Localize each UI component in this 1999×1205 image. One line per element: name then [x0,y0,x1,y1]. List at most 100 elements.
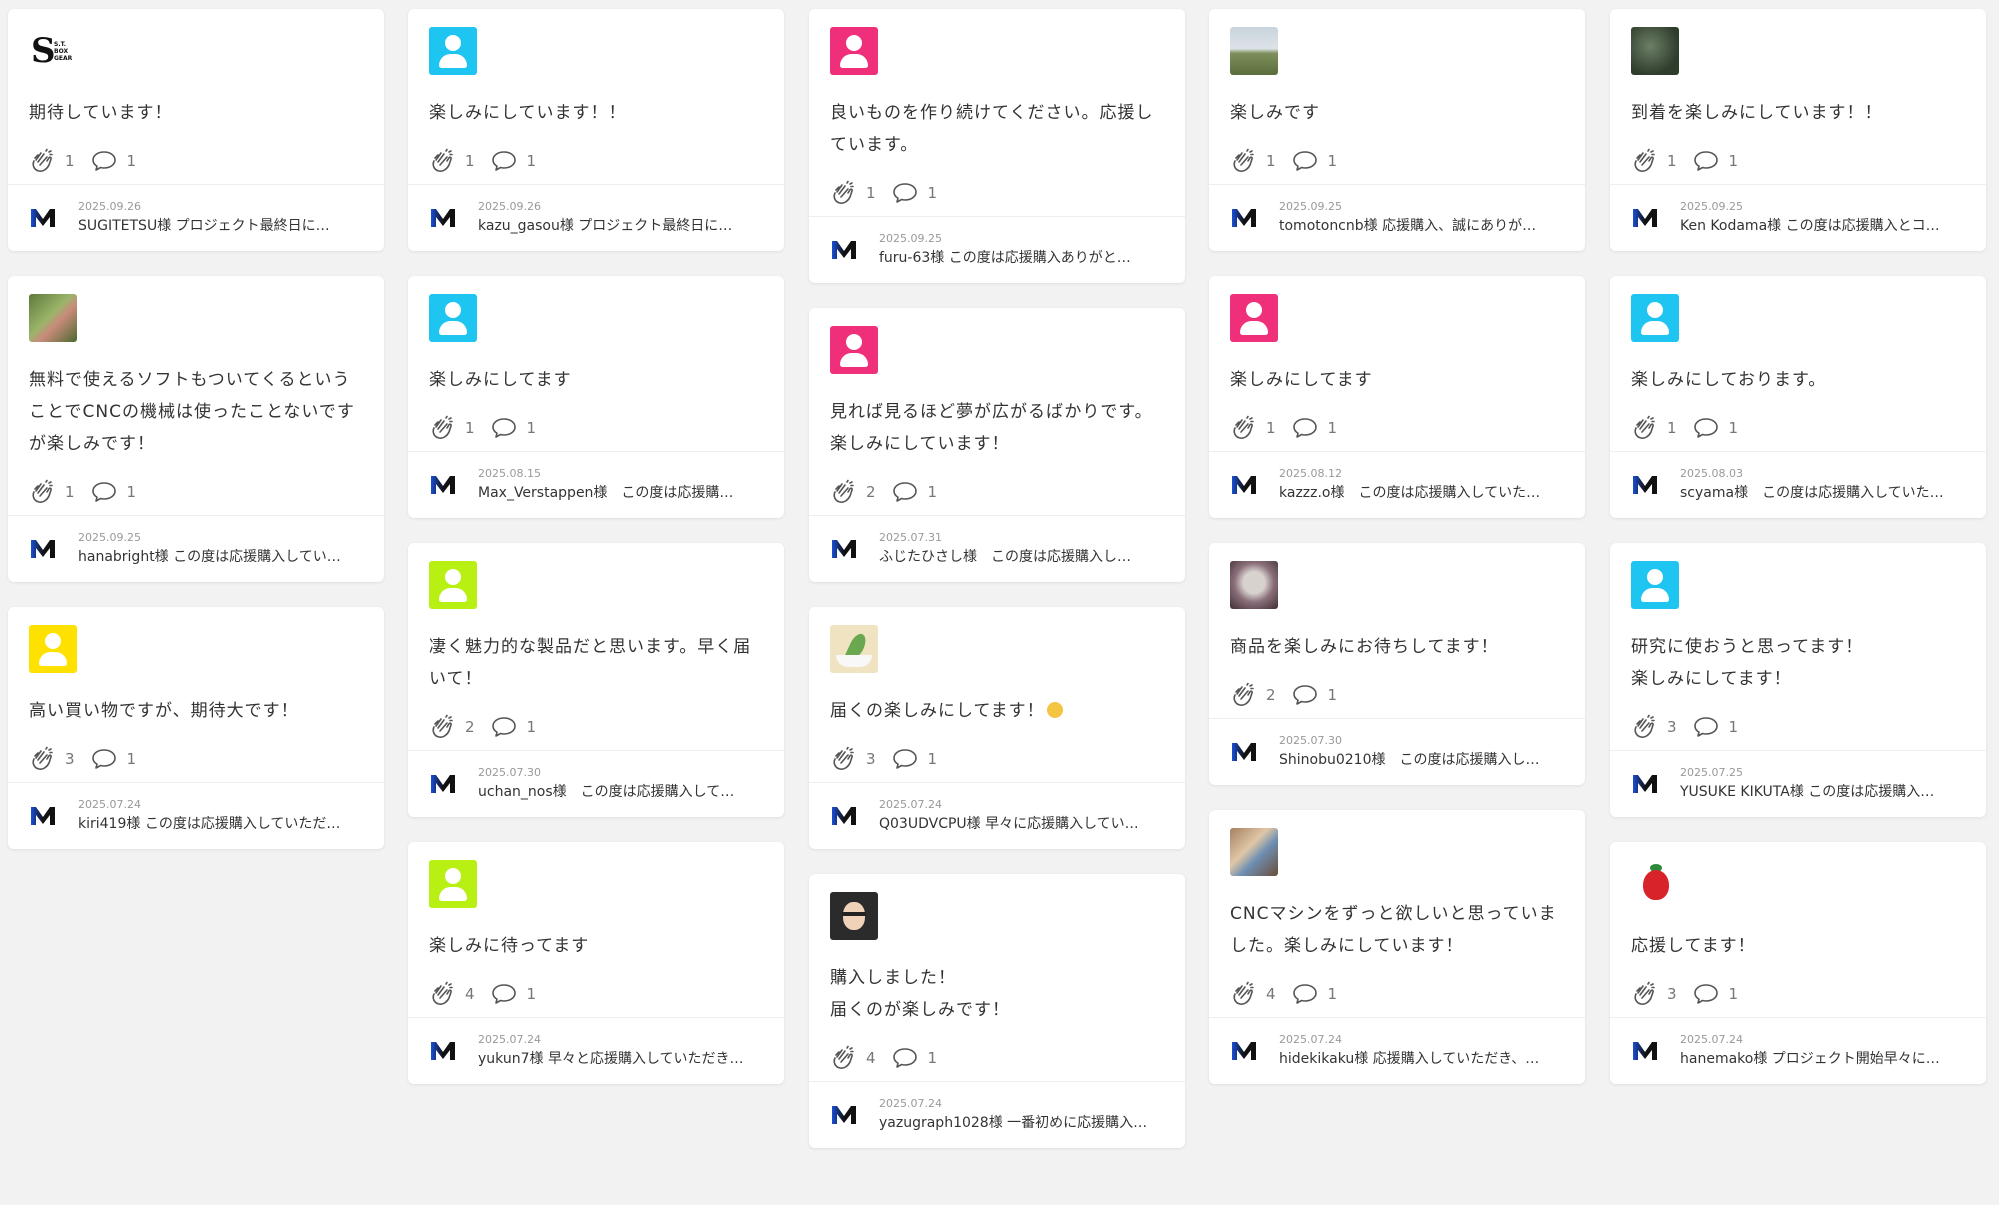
clap-icon[interactable] [29,479,55,505]
clap-icon[interactable] [1631,981,1657,1007]
user-avatar[interactable] [1230,27,1278,75]
comment-bubble-icon[interactable] [1693,417,1719,439]
user-avatar[interactable] [1631,27,1679,75]
comment-bubble-icon[interactable] [91,150,117,172]
comment-bubble-icon[interactable] [1292,983,1318,1005]
reply-preview[interactable]: Ken Kodama様 この度は応援購入とコ… [1680,215,1958,237]
clap-icon[interactable] [29,746,55,772]
comment-bubble-icon[interactable] [1693,983,1719,1005]
reply-preview[interactable]: kazu_gasou様 プロジェクト最終日に… [478,215,756,237]
user-avatar[interactable] [1631,860,1679,908]
clap-icon[interactable] [830,180,856,206]
owner-reply[interactable]: 2025.07.31 ふじたひさし様 この度は応援購入し… [809,516,1185,582]
user-avatar[interactable] [1631,561,1679,609]
clap-icon[interactable] [429,415,455,441]
comment-bubble-icon[interactable] [892,182,918,204]
clap-icon[interactable] [1230,415,1256,441]
clap-icon[interactable] [830,479,856,505]
user-avatar[interactable] [830,625,878,673]
owner-reply[interactable]: 2025.08.03 scyama様 この度は応援購入していた… [1610,452,1986,518]
user-avatar[interactable] [830,27,878,75]
reply-preview[interactable]: Max_Verstappen様 この度は応援購… [478,482,756,504]
user-avatar[interactable] [429,860,477,908]
clap-icon[interactable] [429,981,455,1007]
clap-icon[interactable] [1230,148,1256,174]
clap-icon[interactable] [1230,682,1256,708]
owner-reply[interactable]: 2025.07.30 Shinobu0210様 この度は応援購入し… [1209,719,1585,785]
avatar-head-shape [1647,569,1663,585]
reply-preview[interactable]: yukun7様 早々と応援購入していただき… [478,1048,756,1070]
owner-reply[interactable]: 2025.07.24 kiri419様 この度は応援購入していただ… [8,783,384,849]
owner-reply[interactable]: 2025.07.24 yazugraph1028様 一番初めに応援購入… [809,1082,1185,1148]
comment-bubble-icon[interactable] [892,748,918,770]
reply-preview[interactable]: Shinobu0210様 この度は応援購入し… [1279,749,1557,771]
comment-bubble-icon[interactable] [1292,684,1318,706]
reply-preview[interactable]: ふじたひさし様 この度は応援購入し… [879,546,1157,568]
owner-reply[interactable]: 2025.07.25 YUSUKE KIKUTA様 この度は応援購入… [1610,751,1986,817]
owner-reply[interactable]: 2025.07.24 hidekikaku様 応援購入していただき、… [1209,1018,1585,1084]
reply-preview[interactable]: scyama様 この度は応援購入していた… [1680,482,1958,504]
owner-reply[interactable]: 2025.09.25 furu-63様 この度は応援購入ありがと… [809,217,1185,283]
owner-reply[interactable]: 2025.09.25 tomotoncnb様 応援購入、誠にありが… [1209,185,1585,251]
comment-card: 楽しみにしています！！ 1 1 2025.09.26 kazu_gasou様 プロジェク… [408,9,784,251]
reply-preview[interactable]: furu-63様 この度は応援購入ありがと… [879,247,1157,269]
comment-bubble-icon[interactable] [91,748,117,770]
reply-preview[interactable]: kiri419様 この度は応援購入していただ… [78,813,356,835]
owner-reply[interactable]: 2025.09.25 Ken Kodama様 この度は応援購入とコ… [1610,185,1986,251]
user-avatar[interactable] [1230,294,1278,342]
clap-icon[interactable] [29,148,55,174]
reply-preview[interactable]: uchan_nos様 この度は応援購入して… [478,781,756,803]
clap-icon[interactable] [429,714,455,740]
clap-icon[interactable] [429,148,455,174]
owner-reply[interactable]: 2025.07.24 Q03UDVCPU様 早々に応援購入してい… [809,783,1185,849]
comment-bubble-icon[interactable] [491,150,517,172]
user-avatar[interactable] [830,326,878,374]
user-avatar[interactable] [29,294,77,342]
comment-bubble-icon[interactable] [1693,716,1719,738]
reply-preview[interactable]: YUSUKE KIKUTA様 この度は応援購入… [1680,781,1958,803]
comment-bubble-icon[interactable] [491,983,517,1005]
user-avatar[interactable] [830,892,878,940]
comment-bubble-icon[interactable] [1292,417,1318,439]
owner-reply[interactable]: 2025.07.30 uchan_nos様 この度は応援購入して… [408,751,784,817]
clap-icon[interactable] [830,746,856,772]
clap-icon[interactable] [1631,415,1657,441]
reply-text-group: 2025.07.24 hidekikaku様 応援購入していただき、… [1279,1032,1557,1070]
owner-reply[interactable]: 2025.09.26 kazu_gasou様 プロジェクト最終日に… [408,185,784,251]
clap-icon[interactable] [1230,981,1256,1007]
comment-bubble-icon[interactable] [892,1047,918,1069]
reply-preview[interactable]: hanemako様 プロジェクト開始早々に… [1680,1048,1958,1070]
reply-preview[interactable]: hanabright様 この度は応援購入してい… [78,546,356,568]
owner-reply[interactable]: 2025.07.24 hanemako様 プロジェクト開始早々に… [1610,1018,1986,1084]
user-avatar[interactable] [429,294,477,342]
comment-bubble-icon[interactable] [892,481,918,503]
reply-preview[interactable]: yazugraph1028様 一番初めに応援購入… [879,1112,1157,1134]
user-avatar[interactable] [429,27,477,75]
user-avatar[interactable] [1230,561,1278,609]
reply-preview[interactable]: hidekikaku様 応援購入していただき、… [1279,1048,1557,1070]
comment-card: 良いものを作り続けてください。応援しています。 1 1 2025.09.25 furu-… [809,9,1185,283]
owner-reply[interactable]: 2025.09.26 SUGITETSU様 プロジェクト最終日に… [8,185,384,251]
user-avatar[interactable] [1230,828,1278,876]
reply-preview[interactable]: tomotoncnb様 応援購入、誠にありが… [1279,215,1557,237]
owner-reply[interactable]: 2025.08.15 Max_Verstappen様 この度は応援購… [408,452,784,518]
owner-reply[interactable]: 2025.09.25 hanabright様 この度は応援購入してい… [8,516,384,582]
clap-icon[interactable] [1631,148,1657,174]
clap-icon[interactable] [1631,714,1657,740]
comment-bubble-icon[interactable] [491,417,517,439]
reply-preview[interactable]: Q03UDVCPU様 早々に応援購入してい… [879,813,1157,835]
comment-bubble-icon[interactable] [1292,150,1318,172]
comment-text: 期待しています！ [8,76,384,129]
comment-bubble-icon[interactable] [1693,150,1719,172]
user-avatar[interactable] [29,625,77,673]
user-avatar[interactable] [1631,294,1679,342]
clap-icon[interactable] [830,1045,856,1071]
reply-preview[interactable]: kazzz.o様 この度は応援購入していた… [1279,482,1557,504]
comment-bubble-icon[interactable] [491,716,517,738]
user-avatar[interactable]: S S.T. BOX GEAR [29,27,77,75]
reply-preview[interactable]: SUGITETSU様 プロジェクト最終日に… [78,215,356,237]
owner-reply[interactable]: 2025.07.24 yukun7様 早々と応援購入していただき… [408,1018,784,1084]
user-avatar[interactable] [429,561,477,609]
comment-bubble-icon[interactable] [91,481,117,503]
owner-reply[interactable]: 2025.08.12 kazzz.o様 この度は応援購入していた… [1209,452,1585,518]
